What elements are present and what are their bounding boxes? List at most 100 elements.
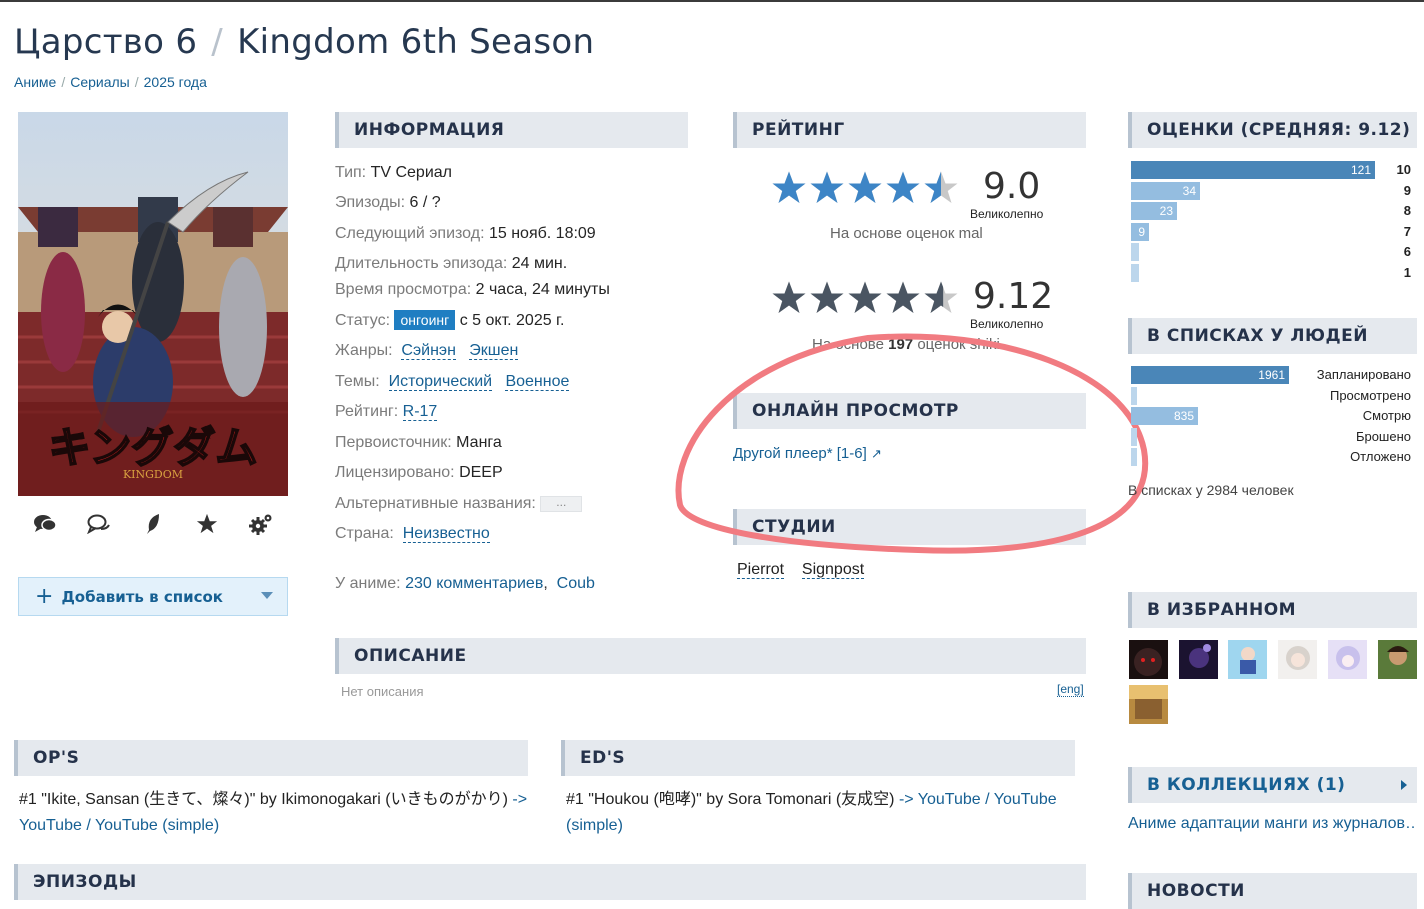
- poster-logo-sub: KINGDOM: [123, 468, 183, 481]
- external-link-icon: ↗: [870, 446, 882, 461]
- section-ops-header: OP'S: [14, 740, 528, 776]
- section-rating-header: РЕЙТИНГ: [733, 112, 1086, 148]
- op-entry: #1 "Ikite, Sansan (生きて、燦々)" by Ikimonoga…: [19, 791, 528, 834]
- section-news-header: НОВОСТИ: [1128, 873, 1417, 909]
- mal-basis: На основе оценок mal: [830, 225, 983, 242]
- favorite-avatar[interactable]: [1328, 640, 1367, 679]
- rating-star-icon: [924, 281, 958, 313]
- distribution-label: 10: [1396, 162, 1411, 177]
- section-studios-header: СТУДИИ: [733, 509, 1086, 545]
- gears-icon[interactable]: [246, 510, 276, 538]
- description-lang-link[interactable]: [eng]: [1057, 682, 1084, 697]
- rating-star-icon: [848, 171, 882, 203]
- studio-link-signpost[interactable]: Signpost: [801, 561, 865, 579]
- breadcrumb-year[interactable]: 2025 года: [144, 74, 207, 90]
- distribution-bar: 9: [1131, 222, 1149, 241]
- feather-icon[interactable]: [138, 510, 168, 538]
- section-description-header: ОПИСАНИЕ: [335, 638, 1086, 674]
- online-player-link[interactable]: Другой плеер* [1-6] ↗: [733, 445, 882, 462]
- poster-image[interactable]: キングダム KINGDOM: [18, 112, 288, 496]
- favorite-avatar[interactable]: [1179, 640, 1218, 679]
- discussion-icon[interactable]: [84, 510, 114, 538]
- section-lists-header: В СПИСКАХ У ЛЮДЕЙ: [1128, 318, 1417, 354]
- in-lists-total: В списках у 2984 человек: [1128, 482, 1294, 498]
- genre-link-seinen[interactable]: Сэйнэн: [401, 342, 456, 360]
- section-episodes-header: ЭПИЗОДЫ: [14, 864, 1086, 900]
- distribution-label: Просмотрено: [1329, 387, 1411, 403]
- distribution-bar: [1131, 263, 1139, 282]
- favorite-avatar[interactable]: [1129, 640, 1168, 679]
- ed-entry: #1 "Houkou (咆哮)" by Sora Tomonari (友成空) …: [566, 791, 1057, 834]
- genre-link-action[interactable]: Экшен: [469, 342, 519, 360]
- distribution-label: 8: [1403, 203, 1411, 218]
- poster-logo: キングダム: [49, 423, 258, 472]
- distribution-label: 9: [1403, 182, 1411, 198]
- mal-score: 9.0: [983, 166, 1041, 207]
- rating-star-icon: [886, 171, 920, 203]
- section-info-header: ИНФОРМАЦИЯ: [335, 112, 688, 148]
- rating-star-icon: [810, 281, 844, 313]
- section-scores-header: ОЦЕНКИ (СРЕДНЯЯ: 9.12): [1128, 112, 1417, 148]
- ed-youtube-link[interactable]: YouTube: [918, 791, 981, 808]
- op-youtube-simple-link[interactable]: YouTube (simple): [95, 817, 219, 834]
- page-title: Царство 6/Kingdom 6th Season: [14, 22, 595, 62]
- mal-score-label: Великолепно: [970, 207, 1044, 221]
- section-online-header: ОНЛАЙН ПРОСМОТР: [733, 393, 1086, 429]
- distribution-bar: 23: [1131, 202, 1177, 220]
- comments-icon[interactable]: [30, 510, 60, 538]
- collection-link[interactable]: Аниме адаптации манги из журналов…: [1128, 815, 1417, 833]
- favorite-avatar[interactable]: [1278, 640, 1317, 679]
- description-empty: Нет описания: [341, 684, 424, 699]
- action-icons: [18, 510, 288, 538]
- distribution-bar: 34: [1131, 181, 1200, 200]
- section-collections-header[interactable]: В КОЛЛЕКЦИЯХ (1): [1128, 767, 1417, 803]
- distribution-label: Смотрю: [1362, 408, 1411, 423]
- op-youtube-link[interactable]: YouTube: [19, 817, 82, 834]
- favorite-avatar[interactable]: [1129, 685, 1168, 724]
- distribution-label: 1: [1403, 264, 1411, 280]
- shiki-basis: На основе 197 оценок shiki: [812, 336, 1000, 353]
- mal-stars: [770, 170, 960, 206]
- distribution-bar: 1961: [1131, 366, 1289, 384]
- distribution-bar: 835: [1131, 407, 1198, 425]
- rating-star-icon: [772, 281, 806, 313]
- star-icon[interactable]: [192, 510, 222, 538]
- chevron-right-icon[interactable]: [1401, 780, 1407, 790]
- status-badge: онгоинг: [394, 310, 456, 330]
- favorite-avatar[interactable]: [1378, 640, 1417, 679]
- section-eds-header: ED'S: [561, 740, 1075, 776]
- breadcrumb: Аниме / Сериалы/2025 года: [14, 74, 207, 90]
- distribution-label: 6: [1403, 244, 1411, 259]
- distribution-bar: [1131, 243, 1139, 261]
- country-link[interactable]: Неизвестно: [402, 525, 490, 543]
- dropdown-caret-icon[interactable]: [261, 592, 273, 599]
- distribution-label: Запланировано: [1316, 367, 1411, 382]
- distribution-bar: [1131, 448, 1137, 466]
- shiki-score-label: Великолепно: [970, 317, 1044, 331]
- distribution-bar: [1131, 427, 1137, 446]
- age-rating-link[interactable]: R-17: [402, 403, 438, 421]
- theme-link-military[interactable]: Военное: [505, 373, 570, 391]
- distribution-label: 7: [1403, 223, 1411, 239]
- distribution-label: Отложено: [1350, 449, 1411, 464]
- rating-star-icon: [886, 281, 920, 313]
- theme-link-historical[interactable]: Исторический: [388, 373, 493, 391]
- shiki-stars: [770, 280, 960, 316]
- comments-link[interactable]: 230 комментариев: [405, 575, 543, 592]
- top-border: [0, 0, 1424, 2]
- alt-names-toggle[interactable]: ...: [540, 495, 583, 512]
- add-to-list-button[interactable]: + Добавить в список: [18, 577, 288, 616]
- rating-star-icon: [848, 281, 882, 313]
- studio-link-pierrot[interactable]: Pierrot: [737, 561, 785, 579]
- breadcrumb-anime[interactable]: Аниме: [14, 74, 56, 90]
- favorite-avatar[interactable]: [1228, 640, 1267, 679]
- distribution-bar: [1131, 386, 1137, 405]
- coub-link[interactable]: Coub: [557, 575, 595, 592]
- rating-star-icon: [924, 171, 958, 203]
- rating-star-icon: [810, 171, 844, 203]
- rating-star-icon: [772, 171, 806, 203]
- section-favorites-header: В ИЗБРАННОМ: [1128, 592, 1417, 628]
- studios-list: Pierrot Signpost: [737, 561, 865, 579]
- shiki-score: 9.12: [973, 276, 1054, 317]
- breadcrumb-series[interactable]: Сериалы: [70, 74, 130, 90]
